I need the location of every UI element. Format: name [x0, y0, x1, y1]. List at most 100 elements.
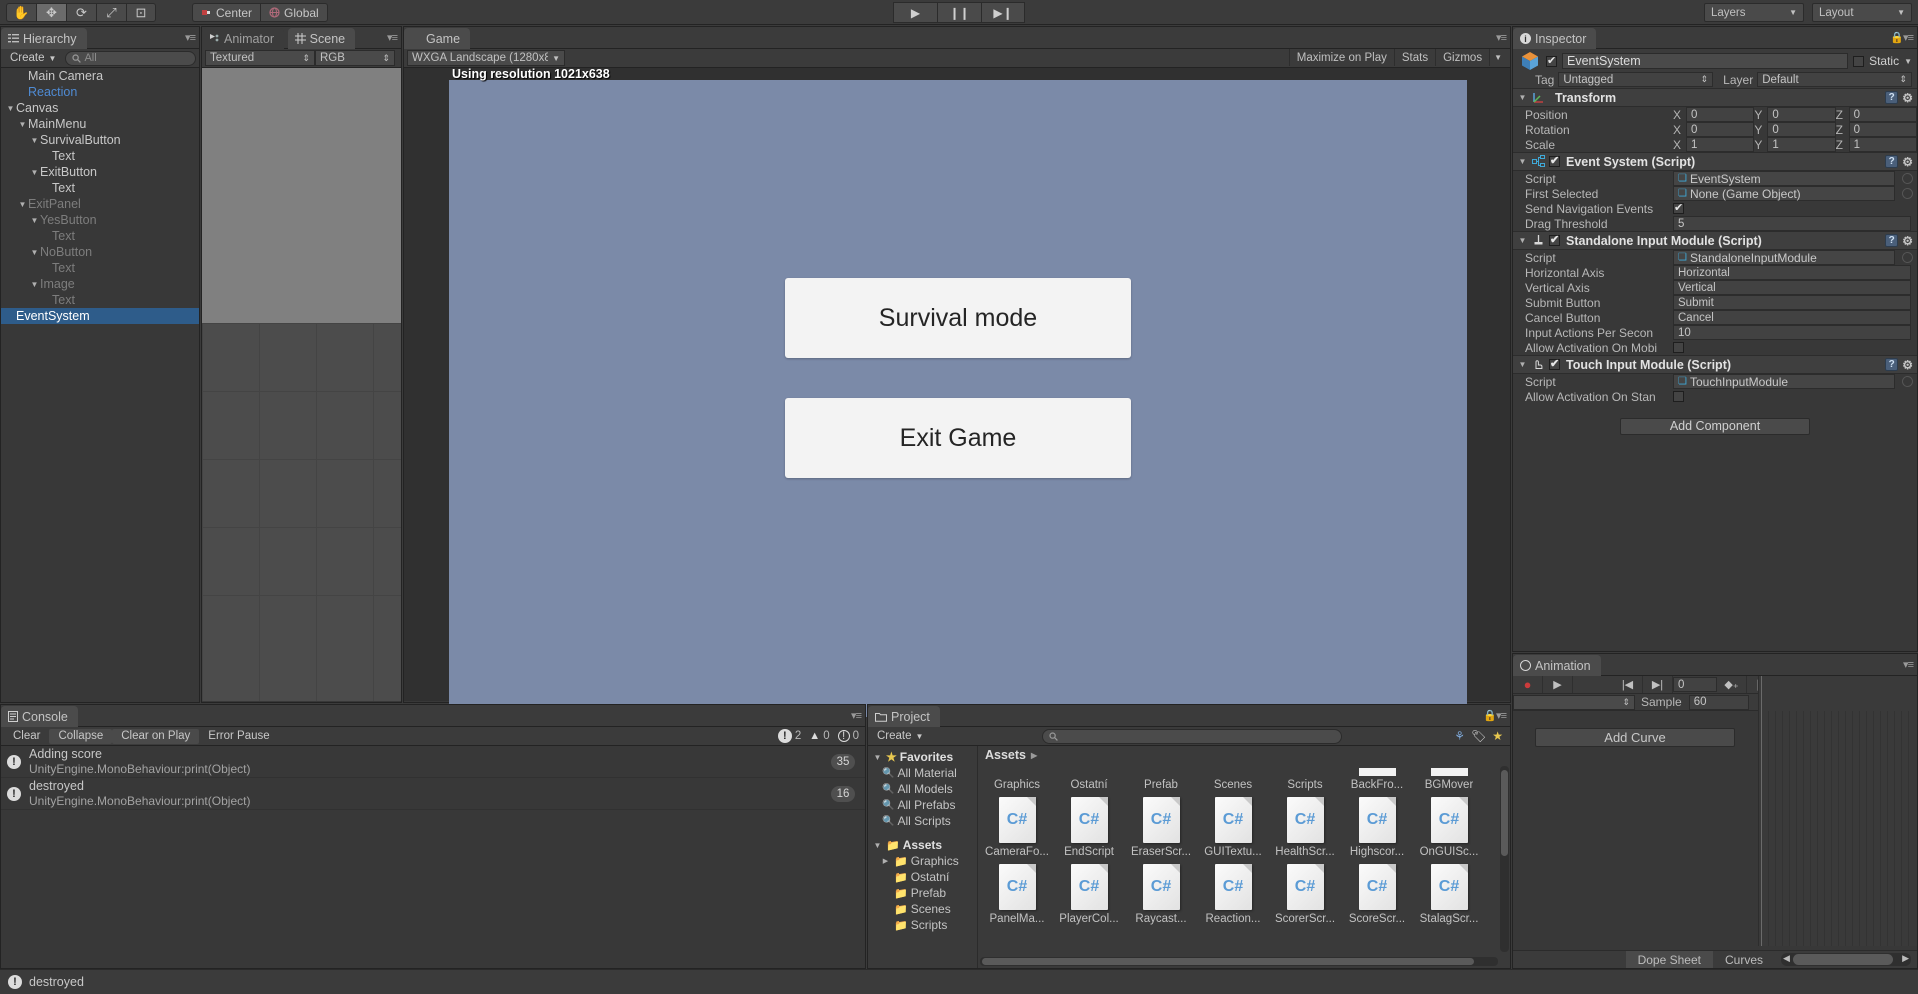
- position-y-field[interactable]: 0: [1767, 107, 1835, 122]
- project-tab-menu-icon[interactable]: 🔒▾≡: [1483, 709, 1506, 722]
- console-entry[interactable]: !Adding scoreUnityEngine.MonoBehaviour:p…: [1, 746, 865, 778]
- hierarchy-item-reaction[interactable]: ▼Reaction: [1, 84, 199, 100]
- animation-zoom-scrollbar[interactable]: ◀ ▶: [1781, 953, 1911, 966]
- scrollbar-thumb[interactable]: [1793, 954, 1893, 965]
- pause-button[interactable]: ❙❙: [937, 2, 981, 23]
- asset-script[interactable]: C#HealthScr...: [1269, 791, 1341, 858]
- hierarchy-item-mainmenu[interactable]: ▼MainMenu: [1, 116, 199, 132]
- project-folder-ostatní[interactable]: ▶📁Ostatní: [868, 869, 977, 885]
- project-assets-root[interactable]: ▼📁Assets: [868, 837, 977, 853]
- asset-script[interactable]: C#CameraFo...: [981, 791, 1053, 858]
- asset-script[interactable]: C#ScoreScr...: [1341, 858, 1413, 925]
- tab-scene[interactable]: Scene: [288, 28, 355, 49]
- asset-script[interactable]: BGMover: [1413, 768, 1485, 791]
- rotation-y-field[interactable]: 0: [1767, 122, 1835, 137]
- hierarchy-tab-menu-icon[interactable]: ▾≡: [185, 31, 195, 44]
- hierarchy-tree[interactable]: ▼Main Camera▼Reaction▼Canvas▼MainMenu▼Su…: [1, 68, 199, 701]
- pivot-mode-button[interactable]: Center: [192, 3, 260, 22]
- rotate-tool[interactable]: ⟳: [66, 3, 96, 22]
- hierarchy-item-nobutton[interactable]: ▼NoButton: [1, 244, 199, 260]
- hierarchy-item-yesbutton[interactable]: ▼YesButton: [1, 212, 199, 228]
- scale-y-field[interactable]: 1: [1767, 137, 1835, 152]
- component-enabled-checkbox[interactable]: [1549, 235, 1560, 246]
- disclosure-triangle-icon[interactable]: ▼: [872, 753, 883, 762]
- project-favorite-all-prefabs[interactable]: 🔍All Prefabs: [868, 797, 977, 813]
- tab-game[interactable]: Game: [404, 28, 470, 49]
- filter-type-icon[interactable]: ⚘: [1454, 729, 1465, 743]
- animation-clip-dropdown[interactable]: ⇕: [1513, 695, 1635, 710]
- scale-x-field[interactable]: 1: [1686, 137, 1754, 152]
- console-collapse-toggle[interactable]: Collapse: [49, 729, 112, 744]
- game-viewport[interactable]: Using resolution 1021x638 Survival mode …: [449, 80, 1467, 717]
- help-icon[interactable]: ?: [1885, 155, 1898, 168]
- tab-inspector[interactable]: i Inspector: [1513, 28, 1596, 49]
- disclosure-triangle-icon[interactable]: ▶: [880, 857, 891, 865]
- asset-script[interactable]: C#Highscor...: [1341, 791, 1413, 858]
- play-button[interactable]: ▶: [893, 2, 937, 23]
- hierarchy-item-text[interactable]: ▼Text: [1, 260, 199, 276]
- disclosure-triangle-icon[interactable]: ▼: [17, 200, 28, 209]
- project-horizontal-scrollbar[interactable]: [980, 957, 1498, 966]
- hierarchy-item-eventsystem[interactable]: ▼EventSystem: [1, 308, 199, 324]
- asset-folder[interactable]: Ostatní: [1053, 768, 1125, 791]
- scene-color-mode-dropdown[interactable]: RGB ⇕: [315, 50, 395, 66]
- asset-script[interactable]: C#PanelMa...: [981, 858, 1053, 925]
- scale-tool[interactable]: ⤢: [96, 3, 126, 22]
- disclosure-triangle-icon[interactable]: ▼: [29, 280, 40, 289]
- drag-threshold-field[interactable]: 5: [1673, 216, 1911, 231]
- tab-project[interactable]: Project: [868, 706, 940, 727]
- disclosure-triangle-icon[interactable]: ▼: [29, 216, 40, 225]
- console-tab-menu-icon[interactable]: ▾≡: [851, 709, 861, 722]
- component-enabled-checkbox[interactable]: [1549, 359, 1560, 370]
- asset-script[interactable]: C#EraserScr...: [1125, 791, 1197, 858]
- error-counter[interactable]: ! 0: [838, 730, 859, 742]
- hierarchy-item-canvas[interactable]: ▼Canvas: [1, 100, 199, 116]
- inspector-tab-menu-icon[interactable]: 🔒▾≡: [1890, 31, 1913, 44]
- gizmos-chevron[interactable]: ▼: [1489, 49, 1506, 66]
- gear-icon[interactable]: ⚙: [1902, 234, 1913, 248]
- project-favorite-all-material[interactable]: 🔍All Material: [868, 765, 977, 781]
- game-aspect-dropdown[interactable]: WXGA Landscape (1280x80 ▼: [407, 50, 565, 66]
- space-mode-button[interactable]: Global: [260, 3, 328, 22]
- disclosure-triangle-icon[interactable]: ▼: [1517, 360, 1528, 369]
- asset-folder[interactable]: Scenes: [1197, 768, 1269, 791]
- stats-toggle[interactable]: Stats: [1394, 49, 1435, 66]
- component-header-event-system-script[interactable]: ▼Event System (Script)?⚙: [1513, 152, 1917, 171]
- console-error-pause-toggle[interactable]: Error Pause: [199, 729, 278, 744]
- layers-dropdown[interactable]: Layers ▼: [1704, 3, 1804, 22]
- object-picker-icon[interactable]: [1902, 376, 1913, 387]
- script-object-field[interactable]: ❏TouchInputModule: [1673, 374, 1895, 389]
- scale-z-field[interactable]: 1: [1849, 137, 1917, 152]
- asset-script[interactable]: C#ScorerScr...: [1269, 858, 1341, 925]
- hierarchy-search-input[interactable]: All: [65, 51, 196, 66]
- project-vertical-scrollbar[interactable]: [1500, 766, 1509, 952]
- static-checkbox[interactable]: [1853, 56, 1864, 67]
- disclosure-triangle-icon[interactable]: ▼: [1517, 157, 1528, 166]
- layout-dropdown[interactable]: Layout ▼: [1812, 3, 1912, 22]
- animation-next-keyframe-button[interactable]: ▶|: [1643, 676, 1673, 693]
- asset-script[interactable]: C#PlayerCol...: [1053, 858, 1125, 925]
- log-counter[interactable]: ! 2: [778, 729, 801, 743]
- hierarchy-create-button[interactable]: Create ▼: [4, 51, 62, 66]
- project-favorites-root[interactable]: ▼★Favorites: [868, 749, 977, 765]
- breadcrumb-assets[interactable]: Assets: [985, 748, 1026, 762]
- project-folder-graphics[interactable]: ▶📁Graphics: [868, 853, 977, 869]
- tab-console[interactable]: Console: [1, 706, 78, 727]
- hierarchy-item-survivalbutton[interactable]: ▼SurvivalButton: [1, 132, 199, 148]
- disclosure-triangle-icon[interactable]: ▼: [5, 104, 16, 113]
- scene-viewport[interactable]: [202, 68, 401, 323]
- project-tree[interactable]: ▼★Favorites🔍All Material🔍All Models🔍All …: [868, 746, 978, 968]
- animation-tab-menu-icon[interactable]: ▾≡: [1903, 658, 1913, 671]
- rotation-z-field[interactable]: 0: [1849, 122, 1917, 137]
- asset-script[interactable]: C#StalagScr...: [1413, 858, 1485, 925]
- submit-button-field[interactable]: Submit: [1673, 295, 1911, 310]
- disclosure-triangle-icon[interactable]: ▼: [29, 136, 40, 145]
- horizontal-axis-field[interactable]: Horizontal: [1673, 265, 1911, 280]
- chevron-down-icon[interactable]: ▼: [1904, 57, 1912, 66]
- add-component-button[interactable]: Add Component: [1620, 418, 1810, 435]
- step-button[interactable]: ▶❙: [981, 2, 1025, 23]
- warning-counter[interactable]: ▲ 0: [809, 730, 829, 742]
- cancel-button-field[interactable]: Cancel: [1673, 310, 1911, 325]
- scrollbar-thumb[interactable]: [1501, 770, 1508, 856]
- help-icon[interactable]: ?: [1885, 358, 1898, 371]
